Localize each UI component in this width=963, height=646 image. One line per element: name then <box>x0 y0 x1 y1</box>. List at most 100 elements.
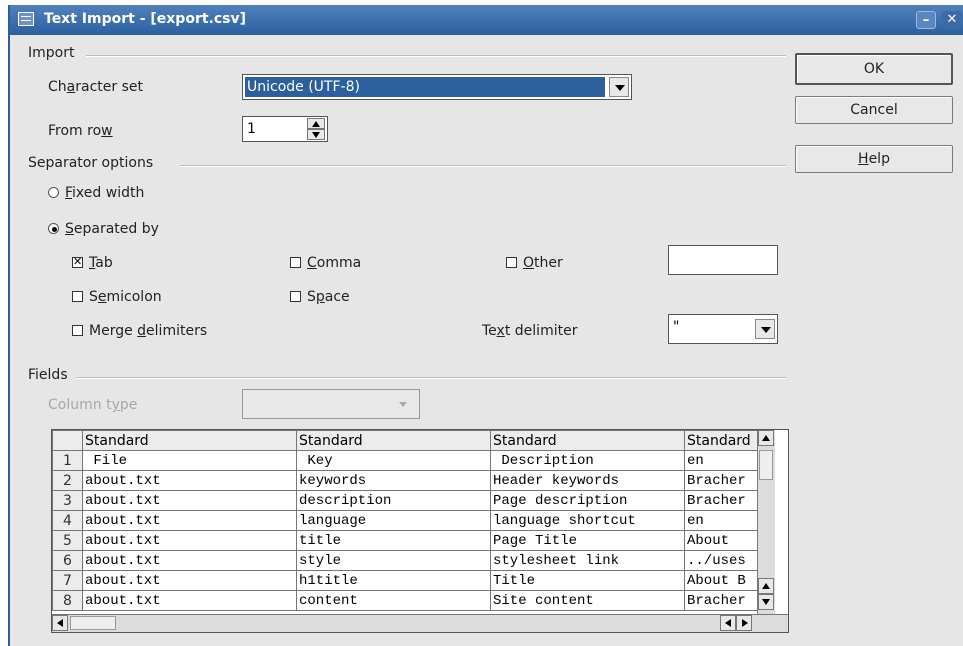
table-cell[interactable]: About B <box>684 570 761 591</box>
table-cell[interactable]: Site content <box>490 590 685 611</box>
table-cell[interactable]: language shortcut <box>490 510 685 531</box>
table-cell[interactable]: Bracher <box>684 590 761 611</box>
fixed-width-radio[interactable]: Fixed width <box>48 185 144 201</box>
from-row-label: From row <box>48 123 113 139</box>
table-cell[interactable]: keywords <box>296 470 491 491</box>
chevron-down-icon <box>761 327 771 333</box>
space-checkbox[interactable]: Space <box>290 289 350 305</box>
table-cell[interactable]: About <box>684 530 761 551</box>
column-header[interactable]: Standard <box>490 430 685 451</box>
table-cell[interactable]: Key <box>296 450 491 471</box>
column-header[interactable]: Standard <box>684 430 761 451</box>
table-cell[interactable]: description <box>296 490 491 511</box>
table-row: 6 about.txt style stylesheet link ../use… <box>52 550 761 571</box>
column-type-select[interactable] <box>242 389 420 419</box>
row-number[interactable]: 1 <box>52 450 83 471</box>
table-cell[interactable]: about.txt <box>82 510 297 531</box>
text-delimiter-select[interactable]: " <box>668 314 778 344</box>
h-scroll-thumb[interactable] <box>70 616 116 630</box>
table-cell[interactable]: Description <box>490 450 685 471</box>
preview-table: Standard Standard Standard Standard 1 Fi… <box>52 430 761 611</box>
table-cell[interactable]: Title <box>490 570 685 591</box>
scroll-thumb[interactable] <box>759 450 773 480</box>
table-cell[interactable]: Page description <box>490 490 685 511</box>
table-cell[interactable]: content <box>296 590 491 611</box>
row-number[interactable]: 5 <box>52 530 83 551</box>
from-row-value[interactable]: 1 <box>245 119 301 139</box>
radio-icon <box>48 187 59 198</box>
help-button[interactable]: Help <box>795 145 953 173</box>
row-number[interactable]: 8 <box>52 590 83 611</box>
spin-up-icon <box>312 121 320 127</box>
other-checkbox[interactable]: Other <box>506 255 563 271</box>
arrow-left-icon <box>725 619 731 627</box>
table-cell[interactable]: stylesheet link <box>490 550 685 571</box>
table-cell[interactable]: about.txt <box>82 470 297 491</box>
scroll-left-button[interactable] <box>52 615 68 631</box>
grid-corner <box>52 430 83 451</box>
table-cell[interactable]: Bracher <box>684 470 761 491</box>
table-cell[interactable]: language <box>296 510 491 531</box>
tab-checkbox[interactable]: Tab <box>72 255 113 271</box>
merge-delimiters-checkbox[interactable]: Merge delimiters <box>72 323 207 339</box>
from-row-spinner[interactable]: 1 <box>242 116 328 142</box>
table-cell[interactable]: en <box>684 510 761 531</box>
ok-button[interactable]: OK <box>795 53 953 85</box>
table-cell[interactable]: about.txt <box>82 590 297 611</box>
separated-by-radio[interactable]: Separated by <box>48 221 159 237</box>
semicolon-checkbox[interactable]: Semicolon <box>72 289 162 305</box>
column-type-value <box>245 392 385 412</box>
scroll-up-button-lower[interactable] <box>758 578 774 594</box>
scroll-down-button[interactable] <box>758 594 774 610</box>
charset-dropdown-button[interactable] <box>609 77 629 97</box>
minimize-button[interactable]: – <box>916 11 936 29</box>
cancel-button[interactable]: Cancel <box>795 96 953 124</box>
vertical-scrollbar[interactable] <box>757 430 775 614</box>
spin-down-button[interactable] <box>307 129 325 140</box>
column-type-label: Column type <box>48 397 138 413</box>
checkbox-icon <box>72 291 83 302</box>
table-cell[interactable]: title <box>296 530 491 551</box>
title-bar[interactable]: Text Import - [export.csv] – ✕ <box>10 5 963 35</box>
table-cell[interactable]: en <box>684 450 761 471</box>
row-number[interactable]: 4 <box>52 510 83 531</box>
row-number[interactable]: 3 <box>52 490 83 511</box>
table-row: 8 about.txt content Site content Bracher <box>52 590 761 611</box>
other-input[interactable] <box>668 245 778 275</box>
table-cell[interactable]: Page Title <box>490 530 685 551</box>
spin-down-icon <box>312 132 320 138</box>
close-button[interactable]: ✕ <box>942 11 962 29</box>
column-header[interactable]: Standard <box>296 430 491 451</box>
row-number[interactable]: 2 <box>52 470 83 491</box>
table-cell[interactable]: about.txt <box>82 570 297 591</box>
comma-checkbox[interactable]: Comma <box>290 255 361 271</box>
table-row: 4 about.txt language language shortcut e… <box>52 510 761 531</box>
table-cell[interactable]: about.txt <box>82 530 297 551</box>
row-number[interactable]: 7 <box>52 570 83 591</box>
horizontal-scrollbar[interactable] <box>52 614 788 632</box>
column-header[interactable]: Standard <box>82 430 297 451</box>
arrow-up-icon <box>762 435 770 441</box>
scroll-up-button[interactable] <box>758 430 774 446</box>
scroll-left-button-right[interactable] <box>720 615 736 631</box>
spin-up-button[interactable] <box>307 118 325 129</box>
preview-grid[interactable]: Standard Standard Standard Standard 1 Fi… <box>51 429 789 633</box>
table-cell[interactable]: Bracher <box>684 490 761 511</box>
table-cell[interactable]: style <box>296 550 491 571</box>
table-cell[interactable]: about.txt <box>82 550 297 571</box>
table-cell[interactable]: h1title <box>296 570 491 591</box>
table-cell[interactable]: File <box>82 450 297 471</box>
arrow-up-icon <box>762 583 770 589</box>
row-number[interactable]: 6 <box>52 550 83 571</box>
table-cell[interactable]: ../uses <box>684 550 761 571</box>
import-divider <box>86 55 786 57</box>
table-cell[interactable]: Header keywords <box>490 470 685 491</box>
table-cell[interactable]: about.txt <box>82 490 297 511</box>
import-group-label: Import <box>28 45 75 61</box>
scroll-right-button[interactable] <box>736 615 752 631</box>
text-delimiter-value: " <box>673 319 680 335</box>
window-title: Text Import - [export.csv] <box>44 11 247 27</box>
charset-select[interactable]: Unicode (UTF-8) <box>242 74 632 100</box>
text-delimiter-dropdown-button[interactable] <box>755 319 775 339</box>
chevron-down-icon <box>615 85 625 91</box>
